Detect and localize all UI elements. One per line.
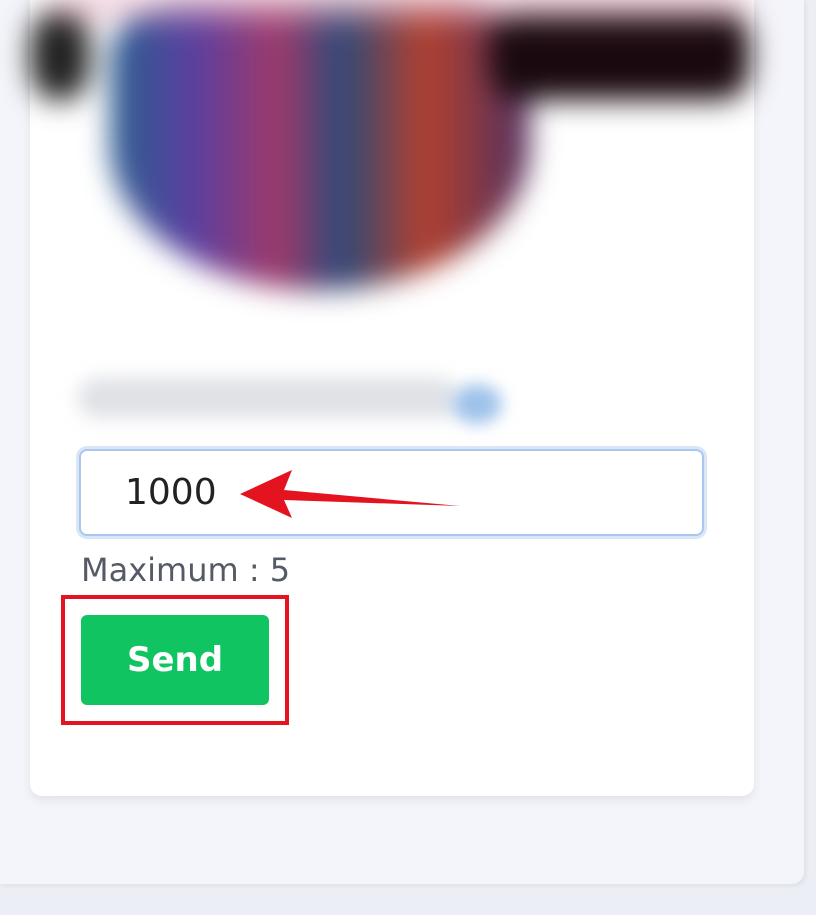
product-name-blurred [78, 378, 458, 418]
maximum-label: Maximum : 5 [81, 551, 291, 589]
page: Maximum : 5 Send [0, 0, 816, 915]
red-arrow-icon [240, 470, 460, 518]
product-badge-blurred [452, 384, 502, 424]
product-image-blurred [20, 0, 770, 330]
send-button[interactable]: Send [81, 615, 269, 705]
